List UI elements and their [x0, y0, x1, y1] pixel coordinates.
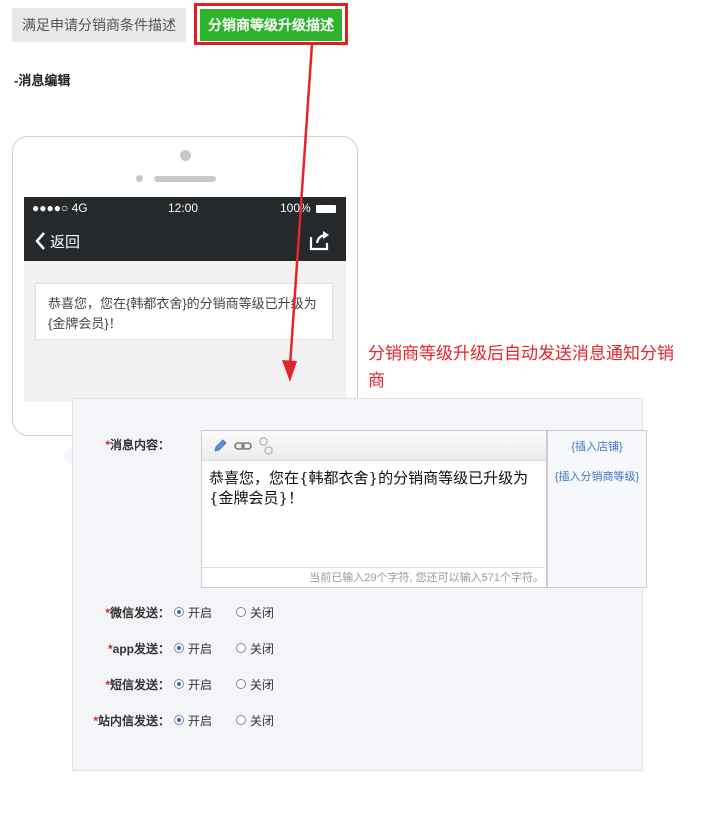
- phone-sensor: [136, 175, 143, 182]
- app-off-radio[interactable]: [236, 643, 246, 653]
- editor-toolbar: [202, 431, 546, 461]
- phone-camera: [180, 150, 191, 161]
- tab-level-upgrade[interactable]: 分销商等级升级描述: [200, 9, 342, 41]
- annotation-text: 分销商等级升级后自动发送消息通知分销商: [368, 344, 674, 390]
- wechat-on-label[interactable]: 开启: [188, 604, 212, 621]
- app-on-radio[interactable]: [174, 643, 184, 653]
- app-on-label[interactable]: 开启: [188, 640, 212, 657]
- phone-speaker: [154, 176, 216, 182]
- app-send-label: *app发送：: [107, 642, 170, 656]
- unlink-icon[interactable]: [258, 437, 274, 455]
- status-time: 12:00: [168, 201, 199, 215]
- signal-indicator: ●●●●○ 4G: [32, 201, 88, 215]
- sms-on-label[interactable]: 开启: [188, 676, 212, 693]
- link-icon[interactable]: [234, 438, 252, 454]
- pencil-icon[interactable]: [212, 438, 228, 454]
- back-chevron-icon[interactable]: [34, 231, 46, 251]
- wechat-off-radio[interactable]: [236, 607, 246, 617]
- insert-store-link[interactable]: {插入店铺}: [547, 438, 647, 454]
- sms-off-label[interactable]: 关闭: [250, 676, 274, 693]
- wechat-send-label: *微信发送：: [105, 606, 170, 620]
- sms-send-label: *短信发送：: [105, 678, 170, 692]
- inbox-on-radio[interactable]: [174, 715, 184, 725]
- back-button[interactable]: 返回: [50, 231, 80, 252]
- message-content-input[interactable]: 恭喜您，您在{韩都衣舍}的分销商等级已升级为{金牌会员}！: [209, 468, 539, 508]
- inbox-on-label[interactable]: 开启: [188, 712, 212, 729]
- tab-distributor-conditions[interactable]: 满足申请分销商条件描述: [12, 8, 186, 42]
- app-off-label[interactable]: 关闭: [250, 640, 274, 657]
- annotation-arrow: [282, 43, 314, 382]
- wechat-off-label[interactable]: 关闭: [250, 604, 274, 621]
- sms-on-radio[interactable]: [174, 679, 184, 689]
- insert-level-link[interactable]: {插入分销商等级}: [547, 468, 647, 484]
- character-counter: 当前已输入29个字符, 您还可以输入571个字符。: [202, 567, 544, 588]
- sms-off-radio[interactable]: [236, 679, 246, 689]
- inbox-send-label: *站内信发送：: [93, 714, 170, 728]
- inbox-off-label[interactable]: 关闭: [250, 712, 274, 729]
- message-content-label: *消息内容：: [105, 438, 170, 452]
- inbox-off-radio[interactable]: [236, 715, 246, 725]
- wechat-on-radio[interactable]: [174, 607, 184, 617]
- section-title: -消息编辑: [14, 73, 71, 88]
